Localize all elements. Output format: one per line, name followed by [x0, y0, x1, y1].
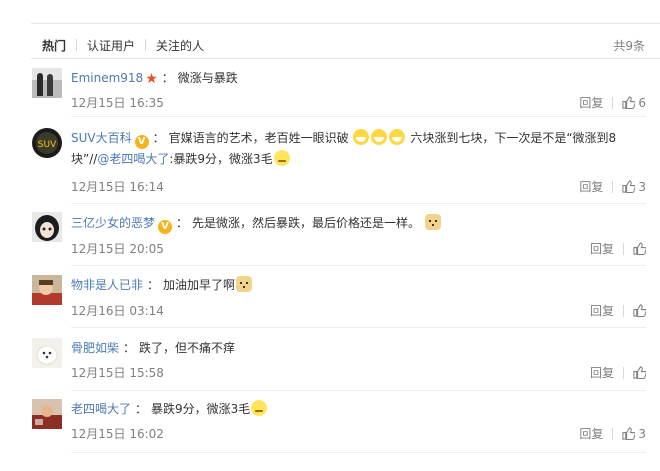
- username-link[interactable]: 物非是人已非: [71, 278, 143, 292]
- reply-button[interactable]: 回复: [590, 302, 614, 319]
- comment-text: 跌了，但不痛不痒: [139, 341, 236, 355]
- reply-button[interactable]: 回复: [579, 94, 603, 111]
- laugh-cry-emoji-icon: [389, 129, 406, 145]
- comment-text: 官媒语言的艺术，老百姓一眼识破: [168, 131, 349, 145]
- tab-separator: [76, 39, 78, 51]
- thumbs-up-icon: [633, 242, 646, 255]
- username-link[interactable]: 老四喝大了: [71, 402, 131, 416]
- reply-button[interactable]: 回复: [579, 178, 603, 195]
- thumbs-up-icon: [633, 366, 646, 379]
- comment-item: Eminem918 ★：微涨与暴跌 12月15日 16:35 回复 6: [31, 67, 646, 117]
- avatar[interactable]: [32, 338, 62, 368]
- doge-emoji-icon: [236, 276, 253, 292]
- thumbs-up-icon: [622, 427, 636, 440]
- comment-divider: [71, 390, 646, 391]
- smug-emoji-icon: [251, 400, 268, 416]
- avatar[interactable]: SUV: [32, 128, 62, 158]
- comment-text: 先是微涨，然后暴跌，最后价格还是一样。: [192, 216, 421, 230]
- mention-link[interactable]: @老四喝大了: [97, 152, 169, 166]
- username-link[interactable]: 三亿少女的恶梦: [71, 216, 155, 230]
- comment-timestamp: 12月15日 20:05: [71, 242, 164, 256]
- comment-divider: [71, 452, 646, 453]
- action-separator: [623, 304, 624, 317]
- comment-text: 加油加早了啊: [163, 278, 236, 292]
- like-button[interactable]: [633, 242, 646, 255]
- comment-actions: 回复: [590, 364, 646, 381]
- like-button[interactable]: [633, 366, 646, 379]
- comment-item: SUV SUV大百科 V：官媒语言的艺术，老百姓一眼识破 六块涨到七块，下一次是不…: [31, 128, 646, 204]
- comment-item: 三亿少女的恶梦 V：先是微涨，然后暴跌，最后价格还是一样。 12月15日 20:0…: [31, 212, 646, 266]
- like-button[interactable]: 3: [622, 180, 646, 194]
- action-separator: [612, 427, 614, 440]
- reply-button[interactable]: 回复: [579, 425, 603, 442]
- comment-actions: 回复: [590, 240, 646, 257]
- comment-timestamp: 12月15日 16:14: [71, 180, 164, 194]
- comment-actions: 回复 6: [579, 94, 646, 111]
- username-link[interactable]: 骨肥如柴: [71, 341, 119, 355]
- comment-item: 骨肥如柴：跌了，但不痛不痒 12月15日 15:58 回复: [31, 337, 646, 391]
- action-separator: [612, 96, 614, 109]
- comment-actions: 回复 3: [579, 425, 646, 442]
- action-separator: [623, 242, 624, 255]
- smug-emoji-icon: [273, 150, 290, 166]
- comment-text-quoted: :暴跌9分，微涨3毛: [169, 152, 273, 166]
- tabs-divider: [31, 58, 660, 59]
- svg-text:SUV: SUV: [38, 140, 57, 150]
- tab-separator: [145, 39, 147, 51]
- avatar[interactable]: [32, 399, 62, 429]
- thumbs-up-icon: [633, 304, 646, 317]
- verified-badge-icon[interactable]: V: [158, 220, 173, 234]
- comment-actions: 回复 3: [579, 178, 646, 195]
- thumbs-up-icon: [622, 96, 636, 109]
- comment-text: 暴跌9分，微涨3毛: [151, 402, 251, 416]
- verified-badge-icon[interactable]: V: [134, 135, 149, 149]
- like-count: 3: [638, 426, 646, 441]
- username-link[interactable]: Eminem918: [71, 71, 143, 85]
- like-button[interactable]: [633, 304, 646, 317]
- comment-divider: [71, 327, 646, 328]
- like-button[interactable]: 6: [622, 96, 646, 110]
- top-divider: [31, 23, 660, 24]
- comment-timestamp: 12月16日 03:14: [71, 304, 164, 318]
- tab-verified-users[interactable]: 认证用户: [87, 37, 135, 54]
- reply-button[interactable]: 回复: [590, 240, 614, 257]
- doge-emoji-icon: [424, 214, 441, 230]
- thumbs-up-icon: [622, 180, 636, 193]
- tab-hot[interactable]: 热门: [42, 37, 66, 54]
- comment-divider: [71, 116, 646, 117]
- laugh-cry-emoji-icon: [371, 129, 388, 145]
- star-badge-icon[interactable]: ★: [145, 71, 158, 87]
- like-count: 6: [638, 95, 646, 110]
- comment-filter-tabs: 热门 认证用户 关注的人: [42, 37, 204, 53]
- action-separator: [612, 180, 614, 193]
- comment-total-count: 共9条: [613, 39, 645, 53]
- comment-text: 微涨与暴跌: [177, 71, 238, 85]
- avatar[interactable]: [32, 68, 62, 98]
- username-link[interactable]: SUV大百科: [71, 131, 132, 145]
- comment-divider: [71, 265, 646, 266]
- avatar[interactable]: [32, 212, 62, 242]
- tab-following[interactable]: 关注的人: [156, 37, 204, 54]
- comment-actions: 回复: [590, 302, 646, 319]
- comment-item: 老四喝大了：暴跌9分，微涨3毛 12月15日 16:02 回复 3: [31, 399, 646, 453]
- comment-item: 物非是人已非：加油加早了啊 12月16日 03:14 回复: [31, 274, 646, 328]
- comment-timestamp: 12月15日 16:35: [71, 96, 164, 110]
- like-button[interactable]: 3: [622, 427, 646, 441]
- comment-divider: [71, 203, 646, 204]
- avatar[interactable]: [32, 275, 62, 305]
- laugh-cry-emoji-icon: [353, 129, 370, 145]
- comment-timestamp: 12月15日 16:02: [71, 427, 164, 441]
- reply-button[interactable]: 回复: [590, 364, 614, 381]
- action-separator: [623, 366, 624, 379]
- comment-timestamp: 12月15日 15:58: [71, 366, 164, 380]
- like-count: 3: [638, 179, 646, 194]
